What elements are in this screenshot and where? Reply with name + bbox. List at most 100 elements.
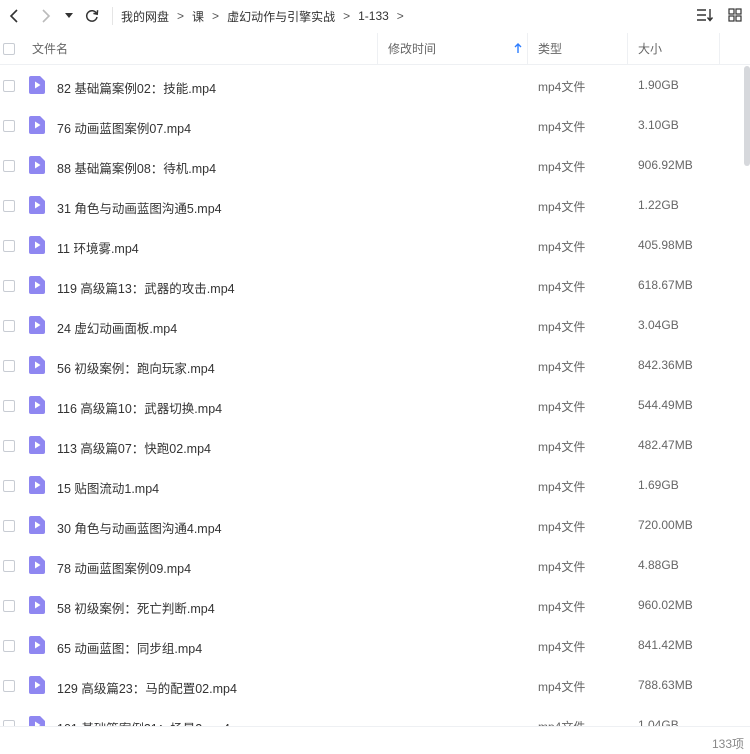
row-checkbox[interactable] bbox=[3, 560, 15, 572]
video-file-icon bbox=[29, 116, 45, 134]
file-name[interactable]: 24 虚幻动画面板.mp4 bbox=[57, 318, 177, 337]
file-type: mp4文件 bbox=[538, 200, 586, 214]
video-file-icon bbox=[29, 556, 45, 574]
table-row[interactable]: 56 初级案例：跑向玩家.mp4 mp4文件 842.36MB bbox=[0, 346, 750, 386]
row-checkbox[interactable] bbox=[3, 520, 15, 532]
row-checkbox[interactable] bbox=[3, 240, 15, 252]
file-size: 1.90GB bbox=[638, 78, 679, 92]
file-type: mp4文件 bbox=[538, 600, 586, 614]
column-header-time-label: 修改时间 bbox=[388, 42, 437, 56]
table-row[interactable]: 76 动画蓝图案例07.mp4 mp4文件 3.10GB bbox=[0, 106, 750, 146]
refresh-button[interactable] bbox=[78, 2, 106, 30]
breadcrumb-item[interactable]: 课 bbox=[192, 8, 204, 25]
breadcrumb-separator: > bbox=[212, 9, 220, 23]
row-checkbox[interactable] bbox=[3, 120, 15, 132]
row-checkbox[interactable] bbox=[3, 360, 15, 372]
file-name[interactable]: 88 基础篇案例08：待机.mp4 bbox=[57, 158, 216, 177]
table-row[interactable]: 30 角色与动画蓝图沟通4.mp4 mp4文件 720.00MB bbox=[0, 506, 750, 546]
row-checkbox[interactable] bbox=[3, 200, 15, 212]
select-all-checkbox[interactable] bbox=[3, 42, 15, 55]
breadcrumb-item-root[interactable]: 我的网盘 bbox=[121, 8, 169, 25]
file-size: 960.02MB bbox=[638, 598, 693, 612]
file-name[interactable]: 56 初级案例：跑向玩家.mp4 bbox=[57, 358, 215, 377]
file-name[interactable]: 129 高级篇23：马的配置02.mp4 bbox=[57, 678, 237, 697]
video-file-icon bbox=[29, 676, 45, 694]
file-name[interactable]: 58 初级案例：死亡判断.mp4 bbox=[57, 598, 215, 617]
file-name[interactable]: 78 动画蓝图案例09.mp4 bbox=[57, 558, 191, 577]
breadcrumb-item-current[interactable]: 1-133 bbox=[358, 9, 389, 23]
file-type: mp4文件 bbox=[538, 718, 585, 726]
file-name[interactable]: 76 动画蓝图案例07.mp4 bbox=[57, 118, 191, 137]
video-file-icon bbox=[29, 316, 45, 334]
forward-button[interactable] bbox=[32, 2, 60, 30]
table-row[interactable]: 24 虚幻动画面板.mp4 mp4文件 3.04GB bbox=[0, 306, 750, 346]
file-size: 842.36MB bbox=[638, 358, 693, 372]
file-name[interactable]: 31 角色与动画蓝图沟通5.mp4 bbox=[57, 198, 222, 217]
history-dropdown-button[interactable] bbox=[60, 2, 78, 30]
file-type: mp4文件 bbox=[538, 160, 586, 174]
file-type: mp4文件 bbox=[538, 680, 586, 694]
file-name[interactable]: 116 高级篇10：武器切换.mp4 bbox=[57, 398, 222, 417]
table-row[interactable]: 119 高级篇13：武器的攻击.mp4 mp4文件 618.67MB bbox=[0, 266, 750, 306]
file-name[interactable]: 65 动画蓝图：同步组.mp4 bbox=[57, 638, 202, 657]
file-size: 544.49MB bbox=[638, 398, 693, 412]
file-name[interactable]: 11 环境雾.mp4 bbox=[57, 238, 139, 257]
table-row[interactable]: 78 动画蓝图案例09.mp4 mp4文件 4.88GB bbox=[0, 546, 750, 586]
video-file-icon bbox=[29, 636, 45, 654]
row-checkbox[interactable] bbox=[3, 320, 15, 332]
column-header-type[interactable]: 类型 bbox=[538, 32, 628, 65]
back-button[interactable] bbox=[0, 2, 28, 30]
table-row[interactable]: 15 贴图流动1.mp4 mp4文件 1.69GB bbox=[0, 466, 750, 506]
file-name[interactable]: 82 基础篇案例02：技能.mp4 bbox=[57, 78, 216, 97]
table-row[interactable]: 129 高级篇23：马的配置02.mp4 mp4文件 788.63MB bbox=[0, 666, 750, 706]
column-header-name[interactable]: 文件名 bbox=[32, 32, 378, 65]
row-checkbox[interactable] bbox=[3, 80, 15, 92]
table-row[interactable]: 11 环境雾.mp4 mp4文件 405.98MB bbox=[0, 226, 750, 266]
row-checkbox[interactable] bbox=[3, 480, 15, 492]
table-row[interactable]: 65 动画蓝图：同步组.mp4 mp4文件 841.42MB bbox=[0, 626, 750, 666]
scrollbar-thumb[interactable] bbox=[744, 66, 750, 166]
sort-button[interactable] bbox=[694, 4, 716, 26]
file-type: mp4文件 bbox=[538, 120, 586, 134]
video-file-icon bbox=[29, 396, 45, 414]
breadcrumb-expand[interactable]: > bbox=[397, 9, 404, 23]
file-size: 3.04GB bbox=[638, 318, 679, 332]
file-type: mp4文件 bbox=[538, 280, 586, 294]
file-size: 788.63MB bbox=[638, 678, 693, 692]
row-checkbox[interactable] bbox=[3, 640, 15, 652]
file-name[interactable]: 119 高级篇13：武器的攻击.mp4 bbox=[57, 278, 235, 297]
file-name[interactable]: 30 角色与动画蓝图沟通4.mp4 bbox=[57, 518, 222, 537]
video-file-icon bbox=[29, 156, 45, 174]
grid-view-button[interactable] bbox=[724, 4, 746, 26]
table-row[interactable]: 58 初级案例：死亡判断.mp4 mp4文件 960.02MB bbox=[0, 586, 750, 626]
file-size: 1.69GB bbox=[638, 478, 679, 492]
table-row[interactable]: 113 高级篇07：快跑02.mp4 mp4文件 482.47MB bbox=[0, 426, 750, 466]
file-size: 906.92MB bbox=[638, 158, 693, 172]
file-name[interactable]: 101 基础篇案例21：场景2.mp4 bbox=[57, 718, 230, 726]
row-checkbox[interactable] bbox=[3, 400, 15, 412]
file-size: 482.47MB bbox=[638, 438, 693, 452]
file-name[interactable]: 15 贴图流动1.mp4 bbox=[57, 478, 159, 497]
row-checkbox[interactable] bbox=[3, 440, 15, 452]
table-row[interactable]: 101 基础篇案例21：场景2.mp4 mp4文件 1.04GB bbox=[0, 706, 750, 726]
file-type: mp4文件 bbox=[538, 80, 586, 94]
column-header-name-label: 文件名 bbox=[32, 42, 69, 56]
column-header-time[interactable]: 修改时间 bbox=[388, 32, 528, 65]
row-checkbox[interactable] bbox=[3, 160, 15, 172]
video-file-icon bbox=[29, 236, 45, 254]
file-type: mp4文件 bbox=[538, 440, 586, 454]
table-row[interactable]: 88 基础篇案例08：待机.mp4 mp4文件 906.92MB bbox=[0, 146, 750, 186]
row-checkbox[interactable] bbox=[3, 680, 15, 692]
table-row[interactable]: 31 角色与动画蓝图沟通5.mp4 mp4文件 1.22GB bbox=[0, 186, 750, 226]
row-checkbox[interactable] bbox=[3, 600, 15, 612]
row-checkbox[interactable] bbox=[3, 280, 15, 292]
table-row[interactable]: 82 基础篇案例02：技能.mp4 mp4文件 1.90GB bbox=[0, 66, 750, 106]
breadcrumb-separator: > bbox=[343, 9, 351, 23]
file-name[interactable]: 113 高级篇07：快跑02.mp4 bbox=[57, 438, 211, 457]
breadcrumb-item[interactable]: 虚幻动作与引擎实战 bbox=[227, 8, 335, 25]
table-row[interactable]: 116 高级篇10：武器切换.mp4 mp4文件 544.49MB bbox=[0, 386, 750, 426]
select-all-cell bbox=[0, 33, 20, 65]
video-file-icon bbox=[29, 356, 45, 374]
file-size: 720.00MB bbox=[638, 518, 693, 532]
column-header-size[interactable]: 大小 bbox=[638, 32, 720, 65]
